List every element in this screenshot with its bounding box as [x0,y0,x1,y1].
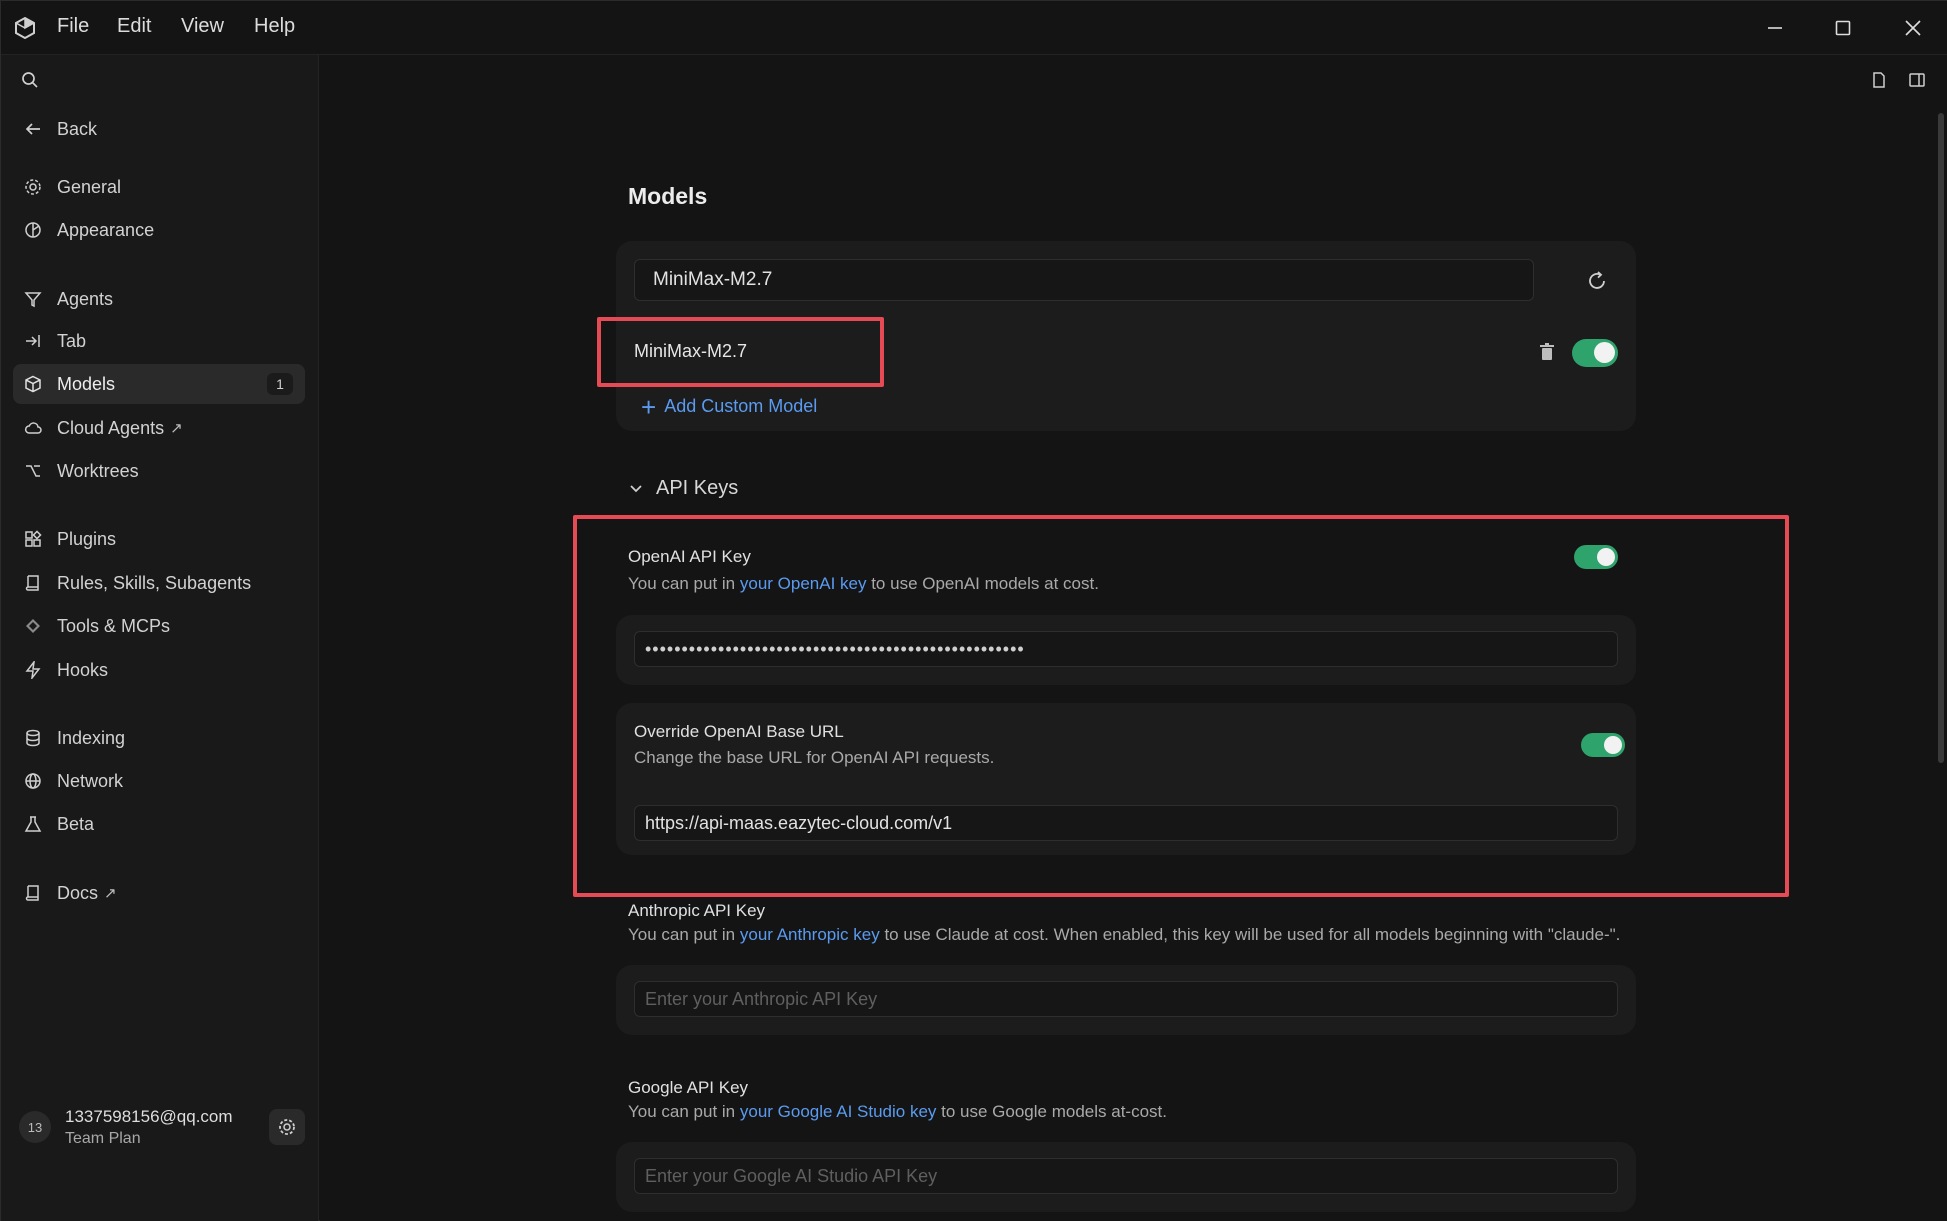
sidebar-item-docs[interactable]: Docs ↗ [13,873,305,913]
sidebar-item-cloud-agents[interactable]: Cloud Agents ↗ [13,408,305,448]
sidebar-item-label: Worktrees [57,460,139,481]
chevron-down-icon [628,480,646,498]
anthropic-key-label: Anthropic API Key [628,901,766,920]
menu-edit[interactable]: Edit [117,15,151,38]
google-key-label: Google API Key [628,1078,749,1097]
highlight-box [573,515,1789,897]
sidebar-item-plugins[interactable]: Plugins [13,519,305,559]
close-window-button[interactable] [1889,9,1937,47]
app-logo-icon [15,16,35,40]
sidebar-item-beta[interactable]: Beta [13,804,305,844]
sidebar-item-network[interactable]: Network [13,761,305,801]
sidebar-item-tab[interactable]: Tab [13,321,305,361]
minimize-button[interactable] [1751,9,1799,47]
sidebar-item-appearance[interactable]: Appearance [13,210,305,250]
branch-icon [23,461,43,481]
sidebar-item-agents[interactable]: Agents [13,279,305,319]
maximize-button[interactable] [1819,9,1867,47]
database-icon [23,728,43,748]
menu-help[interactable]: Help [254,15,295,38]
user-plan: Team Plan [65,1130,141,1147]
trash-icon[interactable] [1540,343,1558,363]
sidebar-item-label: Beta [57,813,95,834]
page-title: Models [628,183,708,209]
sidebar-item-hooks[interactable]: Hooks [13,650,305,690]
anthropic-key-desc: You can put in your Anthropic key to use… [628,925,1621,944]
user-email: 1337598156@qq.com [65,1107,233,1126]
menu-file[interactable]: File [57,15,89,38]
api-keys-heading: API Keys [656,477,739,499]
toggle-panel-icon[interactable] [1908,71,1930,93]
cube-icon [23,374,43,394]
google-key-desc: You can put in your Google AI Studio key… [628,1102,1167,1121]
anthropic-key-link[interactable]: your Anthropic key [740,925,880,944]
sidebar-item-label: Docs [57,882,99,903]
sidebar-item-label: Tools & MCPs [57,615,171,636]
palette-icon [23,220,43,240]
minimize-icon [1768,27,1782,29]
refresh-icon[interactable] [1585,269,1609,293]
sidebar-item-worktrees[interactable]: Worktrees [13,451,305,491]
sidebar-item-rules[interactable]: Rules, Skills, Subagents [13,563,305,603]
flask-icon [23,814,43,834]
sidebar-item-models[interactable]: Models 1 [13,364,305,404]
settings-sidebar: Back General Appearance Agents Tab Model… [1,55,319,1221]
gear-icon [23,177,43,197]
book-icon [23,573,43,593]
sidebar-item-label: Agents [57,288,114,309]
external-link-icon: ↗ [104,885,117,902]
scrollbar[interactable] [1938,113,1944,763]
sidebar-item-label: Indexing [57,727,126,748]
puzzle-icon [23,529,43,549]
document-icon [23,883,43,903]
app-window: File Edit View Help Back General Appeara… [0,0,1947,1221]
sidebar-item-general[interactable]: General [13,167,305,207]
sidebar-item-label: General [57,176,122,197]
user-settings-button[interactable] [269,1109,305,1145]
sidebar-item-label: Plugins [57,528,117,549]
sidebar-item-label: Models [57,373,116,394]
arrow-left-icon [23,119,43,139]
sidebar-item-label: Network [57,770,124,791]
api-keys-toggle[interactable]: API Keys [628,477,738,500]
sidebar-item-tools-mcps[interactable]: Tools & MCPs [13,606,305,646]
title-bar: File Edit View Help [1,1,1947,55]
sidebar-item-indexing[interactable]: Indexing [13,718,305,758]
gear-icon [279,1119,295,1135]
menu-view[interactable]: View [181,15,224,38]
back-button[interactable]: Back [13,109,305,149]
lightning-icon [23,660,43,680]
external-link-icon: ↗ [170,420,183,437]
model-search-input[interactable]: MiniMax-M2.7 [634,259,1534,301]
maximize-icon [1835,20,1851,36]
sidebar-item-label: Hooks [57,659,109,680]
sidebar-item-label: Rules, Skills, Subagents [57,572,252,593]
models-count-badge: 1 [267,373,293,395]
tab-arrow-icon [23,331,43,351]
layout-icon[interactable] [1870,71,1892,93]
add-custom-label: Add Custom Model [664,396,818,416]
close-icon [1905,20,1921,36]
model-enabled-toggle[interactable] [1572,339,1618,367]
back-label: Back [57,118,98,139]
highlight-box [597,317,884,387]
globe-icon [23,771,43,791]
cloud-icon [23,418,43,438]
sidebar-item-label: Tab [57,330,87,351]
add-custom-model-button[interactable]: + Add Custom Model [641,391,818,422]
tools-icon [23,616,43,636]
anthropic-key-input[interactable]: Enter your Anthropic API Key [634,981,1618,1017]
google-key-link[interactable]: your Google AI Studio key [740,1102,937,1121]
filter-icon [23,289,43,309]
avatar[interactable]: 13 [19,1111,51,1143]
sidebar-item-label: Appearance [57,219,155,240]
search-icon[interactable] [21,71,41,91]
plus-icon: + [641,391,657,422]
sidebar-item-label: Cloud Agents [57,417,165,438]
google-key-input[interactable]: Enter your Google AI Studio API Key [634,1158,1618,1194]
